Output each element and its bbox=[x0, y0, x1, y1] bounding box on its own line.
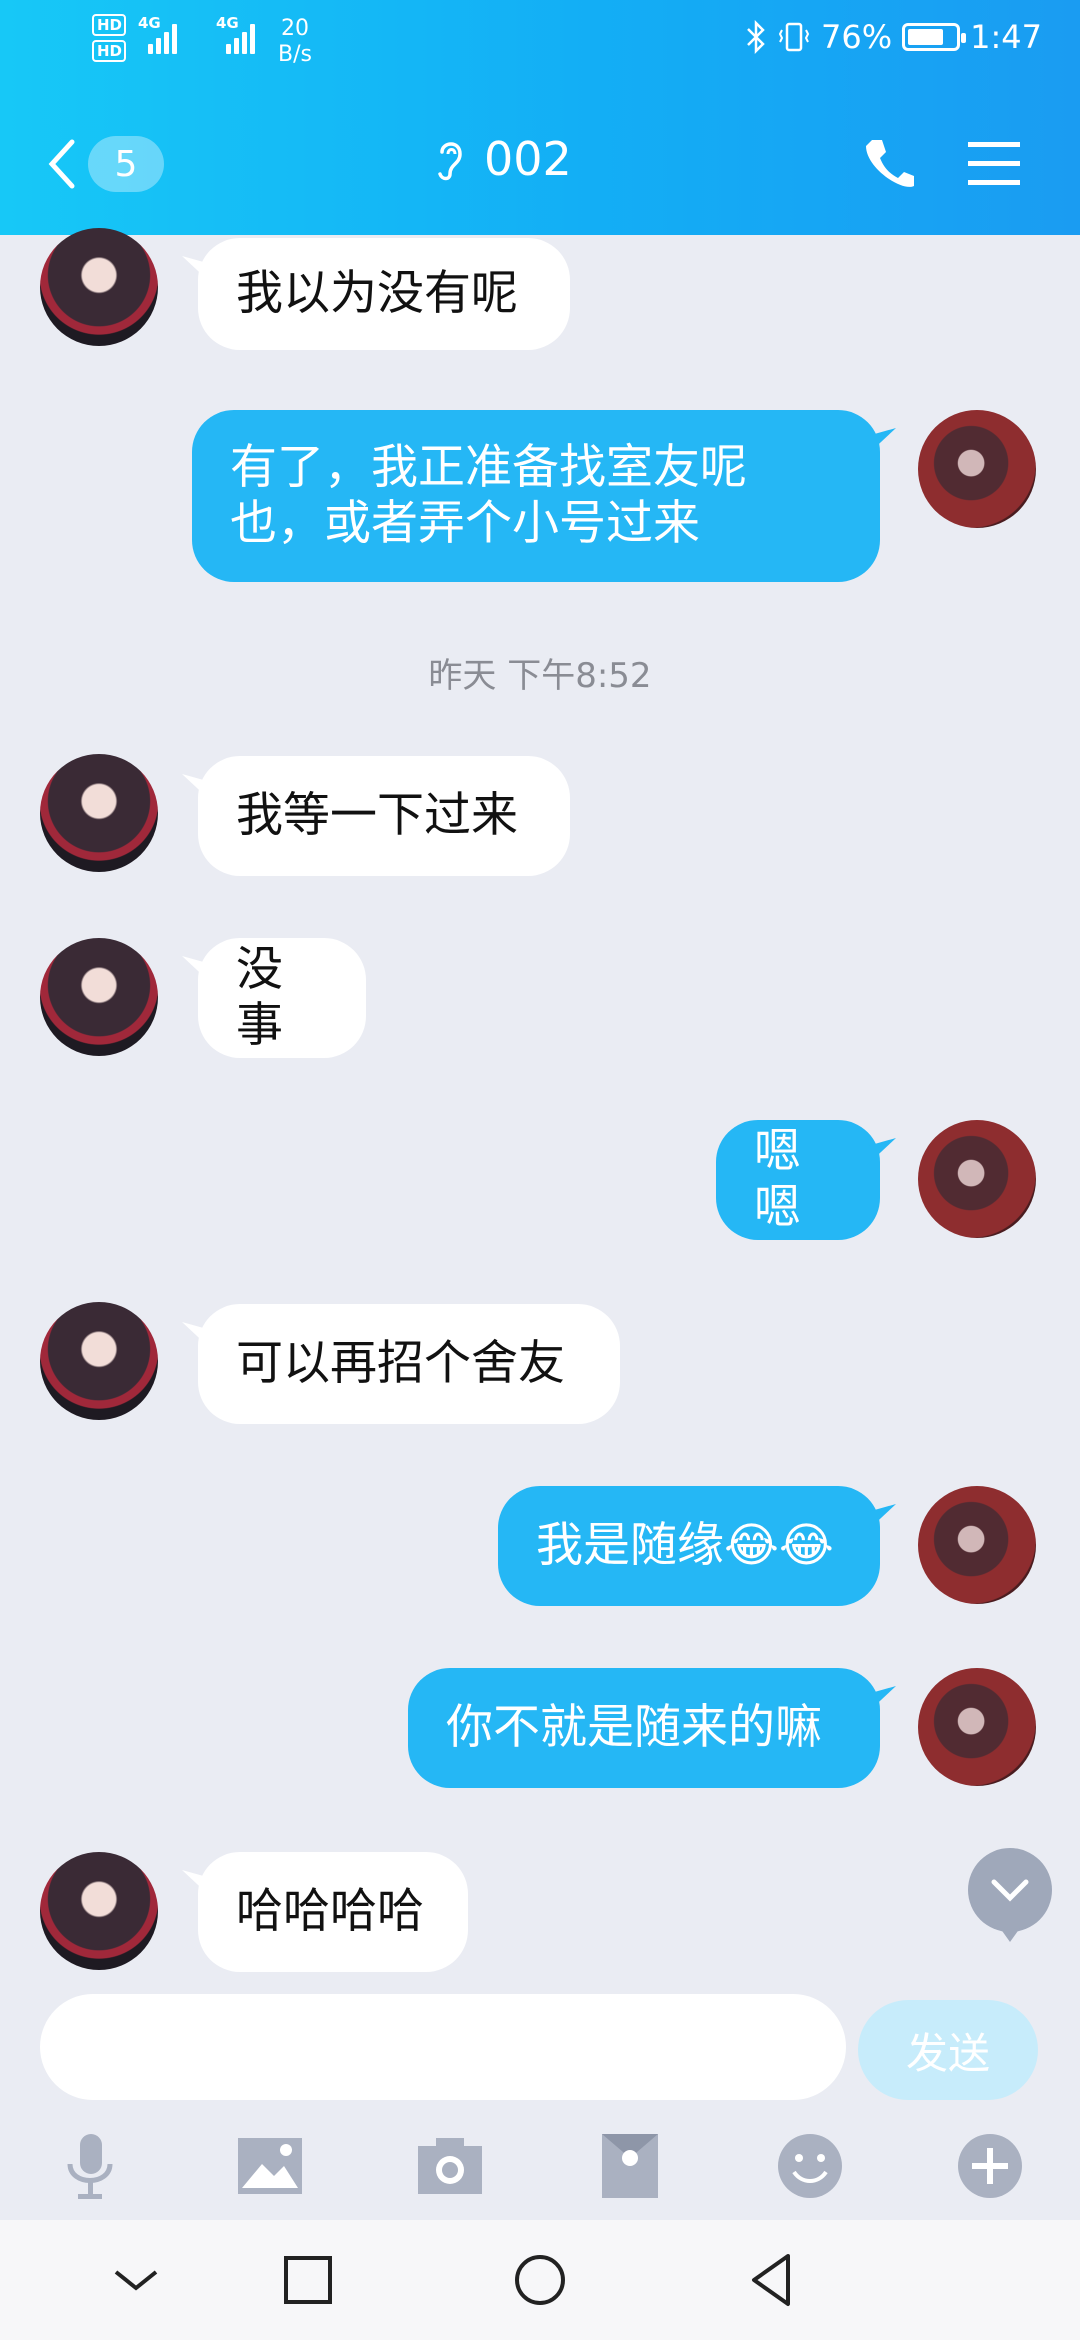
signal-icon-2: 4G bbox=[216, 14, 255, 54]
avatar[interactable] bbox=[918, 410, 1036, 528]
composer: 发送 bbox=[0, 1990, 1080, 2110]
system-nav-bar bbox=[0, 2220, 1080, 2340]
hd1-label: HD bbox=[92, 14, 126, 36]
camera-icon[interactable] bbox=[412, 2128, 488, 2204]
message-bubble[interactable]: 可以再招个舍友 bbox=[198, 1304, 620, 1424]
vibrate-icon bbox=[778, 22, 810, 52]
message-bubble[interactable]: 哈哈哈哈 bbox=[198, 1852, 468, 1972]
hd-indicator: HD HD bbox=[92, 14, 126, 66]
chat-title-text: 002 bbox=[484, 132, 572, 186]
battery-fill bbox=[908, 29, 944, 45]
avatar[interactable] bbox=[40, 754, 158, 872]
chat-header: HD HD 4G 4G 20 B/s 76% 1:47 5 002 bbox=[0, 0, 1080, 235]
red-envelope-icon[interactable] bbox=[592, 2128, 668, 2204]
composer-toolbar bbox=[0, 2120, 1080, 2220]
avatar[interactable] bbox=[40, 228, 158, 346]
battery-icon bbox=[902, 23, 967, 51]
back-nav-icon[interactable] bbox=[742, 2250, 802, 2310]
nav-bar: 5 002 bbox=[0, 110, 1080, 210]
status-right: 76% 1:47 bbox=[745, 18, 1042, 56]
back-button[interactable]: 5 bbox=[44, 134, 164, 194]
message-bubble[interactable]: 我等一下过来 bbox=[198, 756, 570, 876]
signal-icon: 4G bbox=[138, 14, 177, 54]
message-bubble[interactable]: 你不就是随来的嘛 bbox=[408, 1668, 880, 1788]
hd2-label: HD bbox=[92, 40, 126, 62]
clock: 1:47 bbox=[970, 18, 1042, 56]
network-type-1: 4G bbox=[138, 14, 161, 32]
message-line: 也，或者弄个小号过来 bbox=[230, 496, 700, 551]
message-bubble[interactable]: 嗯嗯 bbox=[716, 1120, 880, 1240]
message-input[interactable] bbox=[40, 1994, 846, 2100]
avatar[interactable] bbox=[40, 1302, 158, 1420]
back-chevron-icon bbox=[48, 139, 75, 189]
collapse-icon[interactable] bbox=[106, 2250, 166, 2310]
message-bubble[interactable]: 我以为没有呢 bbox=[198, 238, 570, 350]
network-speed: 20 B/s bbox=[278, 16, 312, 68]
plus-icon[interactable] bbox=[952, 2128, 1028, 2204]
image-icon[interactable] bbox=[232, 2128, 308, 2204]
message-bubble[interactable]: 没事 bbox=[198, 938, 366, 1058]
avatar[interactable] bbox=[40, 938, 158, 1056]
timestamp: 昨天 下午8:52 bbox=[428, 656, 652, 696]
microphone-icon[interactable] bbox=[52, 2128, 128, 2204]
scroll-to-bottom-button[interactable] bbox=[968, 1848, 1052, 1932]
chevron-down-icon bbox=[991, 1879, 1029, 1902]
network-speed-value: 20 bbox=[280, 16, 309, 41]
message-line: 有了，我正准备找室友呢 bbox=[230, 440, 747, 495]
status-bar: HD HD 4G 4G 20 B/s 76% 1:47 bbox=[0, 0, 1080, 85]
message-bubble[interactable]: 有了，我正准备找室友呢 也，或者弄个小号过来 bbox=[192, 410, 880, 582]
chat-title[interactable]: 002 bbox=[430, 132, 572, 186]
message-bubble[interactable]: 我是随缘😂😂 bbox=[498, 1486, 880, 1606]
menu-icon[interactable] bbox=[966, 136, 1022, 192]
avatar[interactable] bbox=[918, 1120, 1036, 1238]
emoji-icon[interactable] bbox=[772, 2128, 848, 2204]
avatar[interactable] bbox=[40, 1852, 158, 1970]
bluetooth-icon bbox=[747, 20, 765, 54]
send-button[interactable]: 发送 bbox=[858, 2000, 1038, 2100]
battery-percent: 76% bbox=[821, 18, 893, 56]
network-speed-unit: B/s bbox=[278, 42, 312, 67]
network-type-2: 4G bbox=[216, 14, 239, 32]
phone-icon[interactable] bbox=[862, 134, 916, 194]
avatar[interactable] bbox=[918, 1668, 1036, 1786]
ear-icon bbox=[438, 142, 462, 181]
home-icon[interactable] bbox=[510, 2250, 570, 2310]
recents-icon[interactable] bbox=[278, 2250, 338, 2310]
unread-badge: 5 bbox=[88, 136, 164, 192]
avatar[interactable] bbox=[918, 1486, 1036, 1604]
